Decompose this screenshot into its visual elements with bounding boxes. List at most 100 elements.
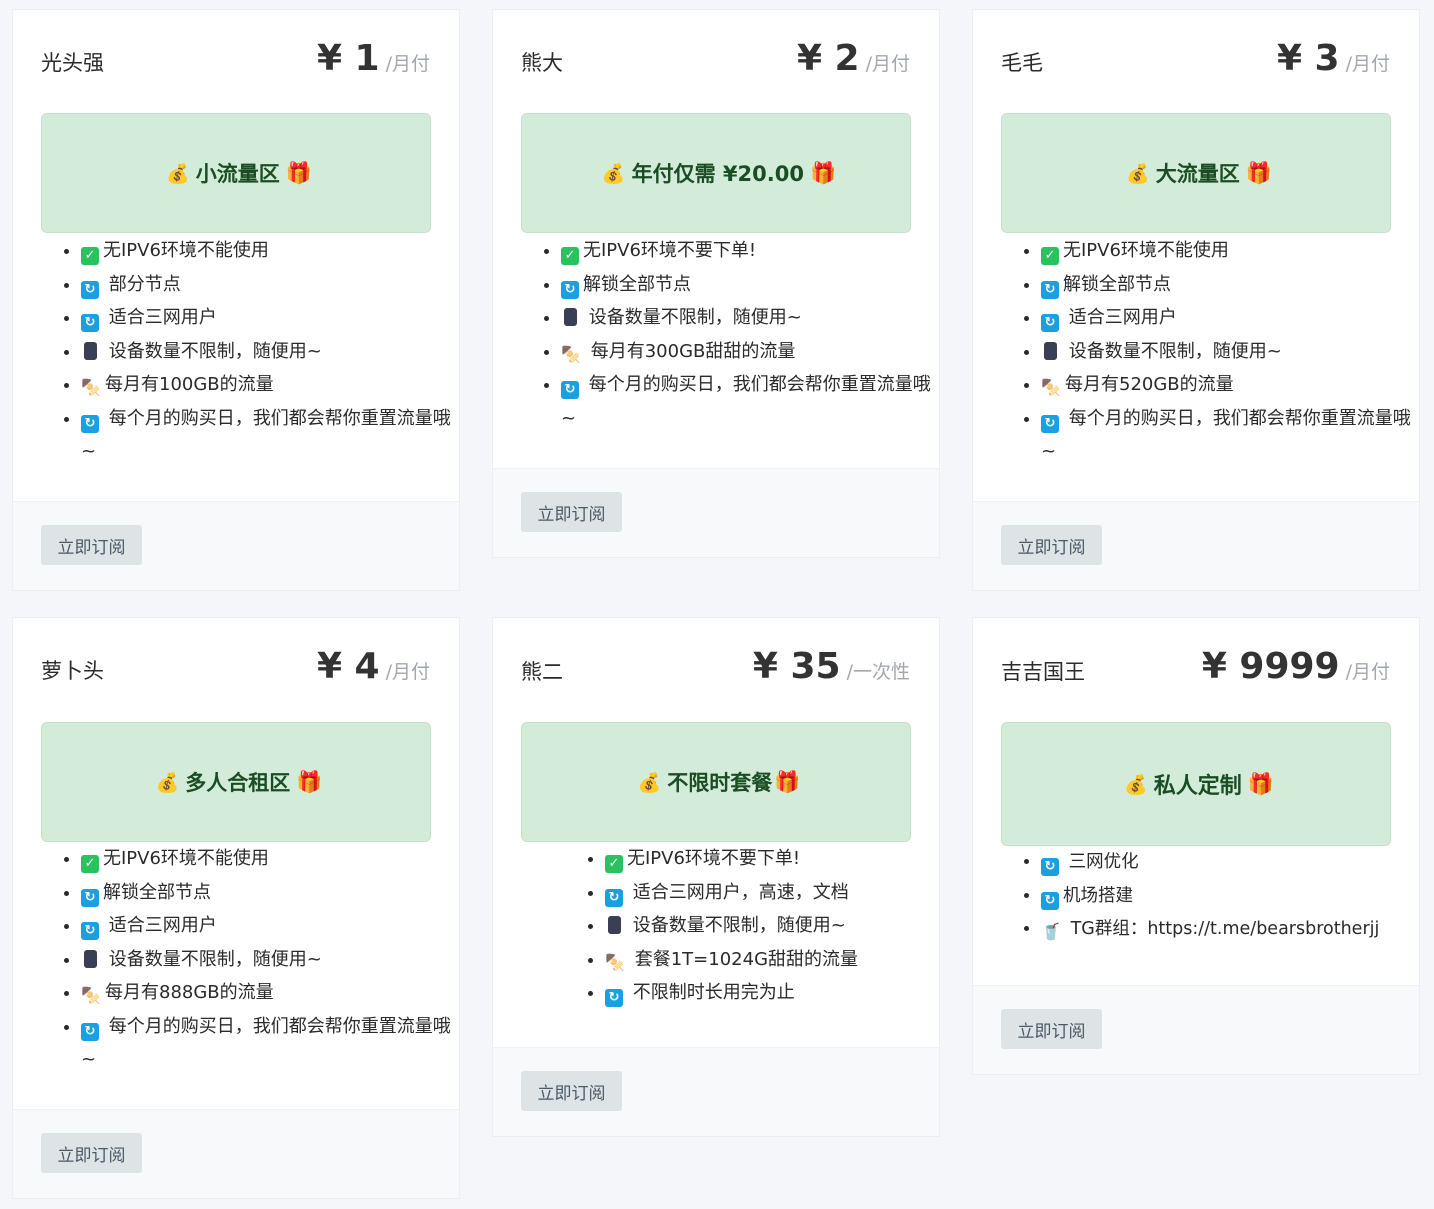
plan-header: 毛毛 ¥ 3/月付 [973, 10, 1419, 110]
subscribe-button[interactable]: 立即订阅 [41, 1133, 142, 1173]
gift-icon: 🎁 [809, 160, 837, 185]
price-amount: ¥ 9999 [1201, 646, 1340, 687]
subscribe-button[interactable]: 立即订阅 [1001, 525, 1102, 565]
list-item: 设备数量不限制，随便用~ [1041, 335, 1421, 369]
plan-name: 熊大 [521, 51, 563, 75]
list-item: ↻解锁全部节点 [81, 876, 461, 910]
plan-price: ¥ 1/月付 [317, 38, 430, 79]
refresh-icon: ↻ [81, 1022, 99, 1041]
refresh-icon: ↻ [1041, 891, 1059, 910]
food-icon: 🍢 [81, 986, 101, 1005]
gift-icon: 🎁 [296, 769, 323, 794]
subscribe-button[interactable]: 立即订阅 [521, 1071, 622, 1111]
list-item: ↻机场搭建 [1041, 880, 1421, 914]
feature-list: ✓无IPV6环境不能使用 ↻解锁全部节点 ↻ 适合三网用户 设备数量不限制，随便… [1001, 234, 1421, 469]
plan-banner: 💰 年付仅需 ¥20.00 🎁 [521, 113, 911, 233]
price-period: /月付 [1345, 53, 1390, 75]
card-footer: 立即订阅 [13, 1109, 459, 1198]
banner-text: 大流量区 [1155, 162, 1240, 186]
plan-name: 熊二 [521, 660, 563, 684]
phone-icon [84, 949, 97, 968]
refresh-icon: ↻ [1041, 414, 1059, 433]
plan-price: ¥ 9999/月付 [1202, 646, 1390, 687]
list-item: ↻ 部分节点 [81, 268, 461, 302]
refresh-icon: ↻ [605, 989, 623, 1007]
plan-price: ¥ 3/月付 [1277, 38, 1390, 79]
drink-icon: 🥤 [1041, 922, 1061, 941]
food-icon: 🍢 [605, 952, 625, 972]
food-icon: 🍢 [81, 378, 101, 397]
list-item: ↻ 适合三网用户 [81, 301, 461, 335]
price-period: /月付 [865, 53, 910, 75]
banner-text: 不限时套餐 [667, 771, 773, 795]
list-item: 🍢每月有888GB的流量 [81, 976, 461, 1010]
check-icon: ✓ [81, 855, 99, 873]
plan-banner: 💰 小流量区 🎁 [41, 113, 431, 233]
subscribe-button[interactable]: 立即订阅 [521, 492, 622, 532]
plan-header: 吉吉国王 ¥ 9999/月付 [973, 618, 1419, 718]
gift-icon: 🎁 [285, 160, 312, 185]
list-item: ↻ 每个月的购买日，我们都会帮你重置流量哦~ [81, 1010, 461, 1077]
list-item: 设备数量不限制，随便用~ [81, 335, 461, 369]
plan-card-xiongda: 熊大 ¥ 2/月付 💰 年付仅需 ¥20.00 🎁 ✓无IPV6环境不要下单! … [492, 9, 940, 558]
list-item: 🥤 TG群组：https://t.me/bearsbrotherjj [1041, 913, 1421, 947]
refresh-icon: ↻ [605, 888, 623, 907]
feature-list: ✓无IPV6环境不能使用 ↻ 部分节点 ↻ 适合三网用户 设备数量不限制，随便用… [41, 234, 461, 469]
list-item: ↻ 三网优化 [1041, 846, 1421, 880]
plan-header: 萝卜头 ¥ 4/月付 [13, 618, 459, 718]
check-icon: ✓ [561, 247, 579, 265]
list-item: ↻解锁全部节点 [1041, 268, 1421, 302]
banner-text: 小流量区 [195, 162, 280, 186]
list-item: ↻ 不限制时长用完为止 [605, 976, 985, 1010]
list-item: ✓无IPV6环境不要下单! [605, 842, 985, 876]
card-footer: 立即订阅 [973, 501, 1419, 590]
refresh-icon: ↻ [81, 280, 99, 299]
plan-card-xionger: 熊二 ¥ 35/一次性 💰 不限时套餐 🎁 ✓无IPV6环境不要下单! ↻ 适合… [492, 617, 940, 1137]
plan-header: 熊大 ¥ 2/月付 [493, 10, 939, 110]
check-icon: ✓ [1041, 247, 1059, 265]
card-footer: 立即订阅 [493, 468, 939, 557]
refresh-icon: ↻ [561, 280, 579, 299]
price-period: /月付 [385, 661, 430, 683]
plan-name: 光头强 [41, 51, 104, 75]
phone-icon [84, 341, 97, 360]
refresh-icon: ↻ [81, 922, 99, 940]
price-amount: ¥ 4 [316, 646, 380, 687]
gift-icon: 🎁 [774, 769, 801, 794]
plan-name: 萝卜头 [41, 659, 104, 683]
list-item: 🍢每月有100GB的流量 [81, 368, 461, 402]
list-item: 🍢 套餐1T=1024G甜甜的流量 [605, 943, 985, 977]
list-item: ✓无IPV6环境不能使用 [81, 234, 461, 268]
refresh-icon: ↻ [1041, 314, 1059, 332]
plan-name: 吉吉国王 [1001, 660, 1085, 684]
card-footer: 立即订阅 [973, 985, 1419, 1074]
card-footer: 立即订阅 [493, 1047, 939, 1136]
banner-text: 私人定制 [1153, 774, 1242, 799]
food-icon: 🍢 [1041, 378, 1061, 397]
gift-icon: 🎁 [1245, 160, 1272, 185]
list-item: 设备数量不限制，随便用~ [561, 301, 941, 335]
list-item: 设备数量不限制，随便用~ [605, 909, 985, 943]
food-icon: 🍢 [561, 344, 581, 364]
feature-list: ✓无IPV6环境不要下单! ↻ 适合三网用户，高速，文档 设备数量不限制，随便用… [565, 842, 985, 1010]
plan-card-luobotou: 萝卜头 ¥ 4/月付 💰 多人合租区 🎁 ✓无IPV6环境不能使用 ↻解锁全部节… [12, 617, 460, 1199]
check-icon: ✓ [605, 855, 623, 873]
banner-text: 多人合租区 [185, 771, 291, 795]
price-amount: ¥ 2 [796, 38, 860, 79]
plan-banner: 💰 大流量区 🎁 [1001, 113, 1391, 233]
list-item: 🍢每月有520GB的流量 [1041, 368, 1421, 402]
list-item: ↻ 每个月的购买日，我们都会帮你重置流量哦~ [1041, 402, 1421, 469]
money-bag-icon: 💰 [1126, 162, 1150, 185]
list-item: 🍢 每月有300GB甜甜的流量 [561, 335, 941, 369]
list-item: ↻解锁全部节点 [561, 268, 941, 302]
feature-list: ✓无IPV6环境不能使用 ↻解锁全部节点 ↻ 适合三网用户 设备数量不限制，随便… [41, 842, 461, 1077]
subscribe-button[interactable]: 立即订阅 [41, 525, 142, 565]
subscribe-button[interactable]: 立即订阅 [1001, 1009, 1102, 1049]
price-amount: ¥ 1 [316, 38, 380, 79]
phone-icon [608, 916, 621, 934]
money-bag-icon: 💰 [637, 771, 662, 794]
list-item: 设备数量不限制，随便用~ [81, 943, 461, 977]
money-bag-icon: 💰 [155, 771, 180, 794]
gift-icon: 🎁 [1247, 771, 1274, 796]
phone-icon [564, 308, 577, 326]
